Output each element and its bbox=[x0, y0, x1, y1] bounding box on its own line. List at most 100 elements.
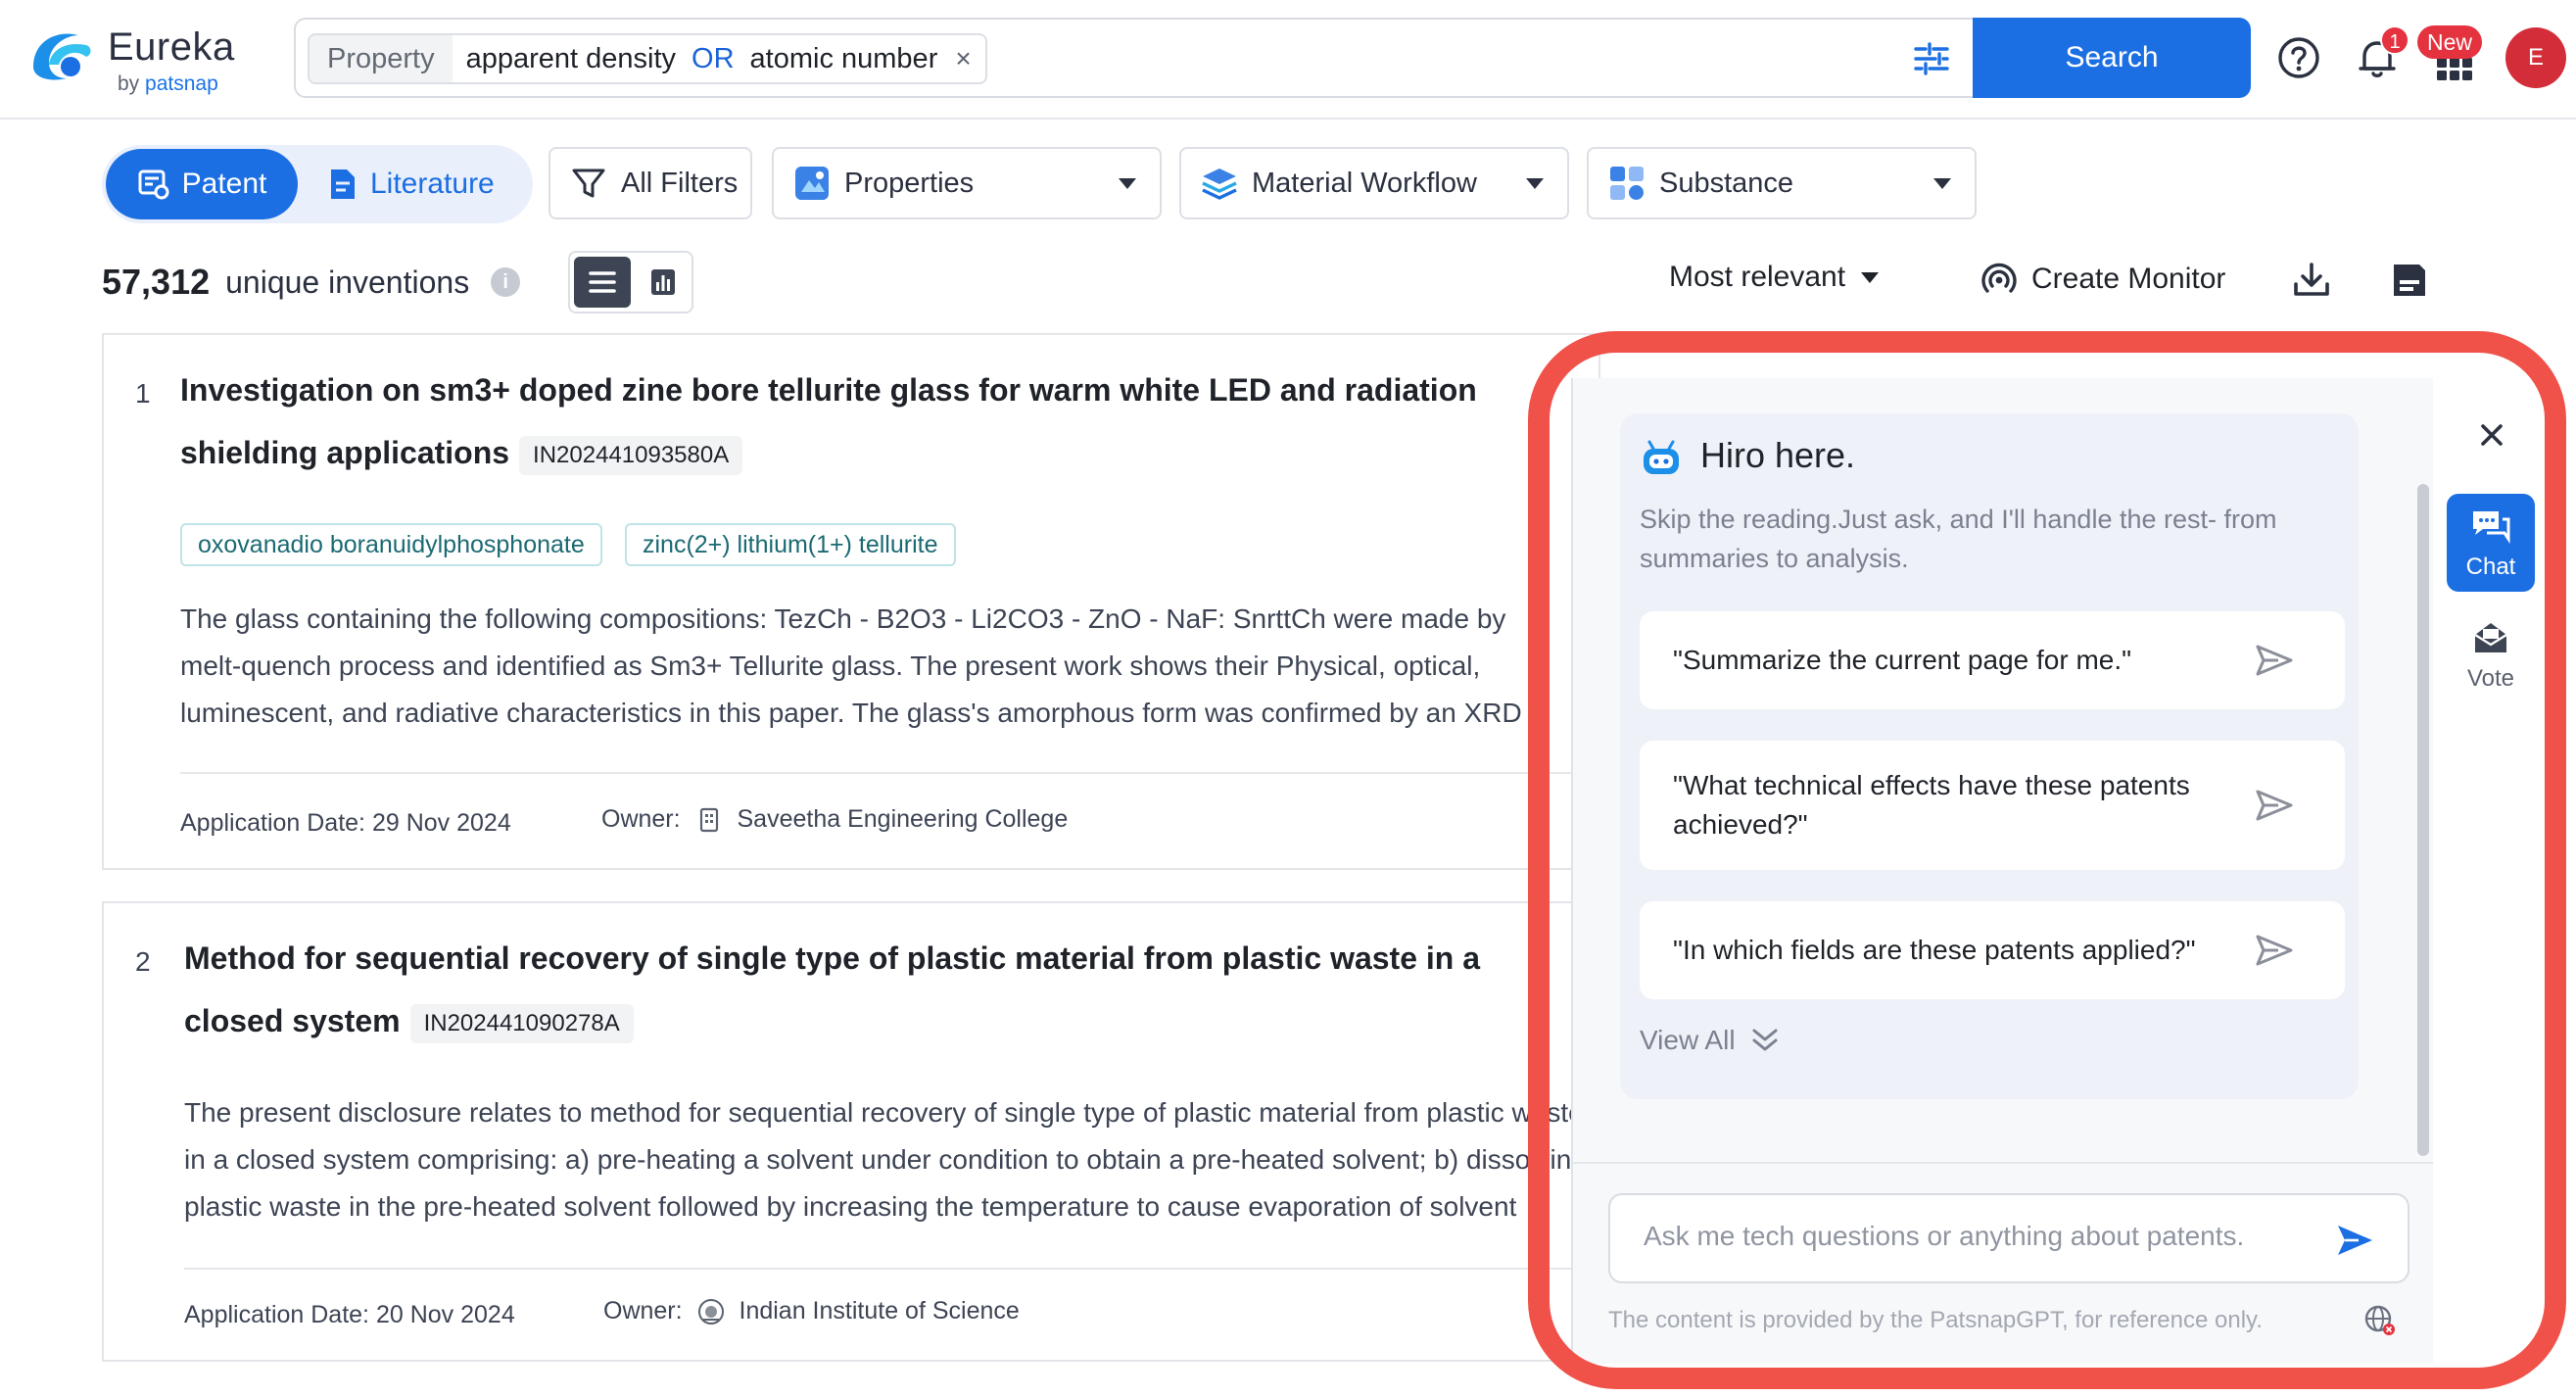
result-title[interactable]: Method for sequential recovery of single… bbox=[184, 927, 1595, 1052]
all-filters-button[interactable]: All Filters bbox=[549, 147, 752, 219]
ai-disclaimer: The content is provided by the PatsnapGP… bbox=[1608, 1307, 2263, 1334]
list-view-button[interactable] bbox=[574, 257, 631, 308]
rail-vote-label: Vote bbox=[2447, 665, 2535, 693]
material-workflow-label: Material Workflow bbox=[1252, 168, 1477, 200]
send-icon[interactable] bbox=[2255, 644, 2294, 677]
create-monitor-button[interactable]: Create Monitor bbox=[1979, 259, 2225, 300]
result-count: 57,312 unique inventions i bbox=[102, 253, 520, 312]
owner-label: Owner: bbox=[603, 1297, 683, 1325]
chevron-down-icon bbox=[1933, 178, 1951, 189]
owner-info: Owner: Indian Institute of Science bbox=[603, 1297, 1020, 1325]
substance-label: Substance bbox=[1659, 168, 1793, 200]
chat-input[interactable]: Ask me tech questions or anything about … bbox=[1608, 1193, 2409, 1283]
monitor-radar-icon bbox=[1979, 259, 2020, 300]
search-bar[interactable]: Property apparent density OR atomic numb… bbox=[294, 18, 2249, 98]
prompt-text: "Summarize the current page for me." bbox=[1673, 641, 2131, 680]
help-icon[interactable] bbox=[2274, 33, 2323, 82]
properties-label: Properties bbox=[844, 168, 974, 200]
rail-chat-button[interactable]: Chat bbox=[2447, 494, 2535, 592]
new-badge: New bbox=[2417, 25, 2482, 59]
tab-patent-label: Patent bbox=[182, 168, 267, 201]
globe-icon[interactable] bbox=[2362, 1303, 2398, 1338]
eureka-logo[interactable]: Eureka by patsnap bbox=[27, 22, 243, 90]
info-icon[interactable]: i bbox=[491, 267, 520, 297]
view-all-prompts[interactable]: View All bbox=[1640, 1025, 1781, 1056]
result-card[interactable]: 1 Investigation on sm3+ doped zine bore … bbox=[102, 333, 1600, 870]
sort-label: Most relevant bbox=[1669, 261, 1845, 294]
patent-icon bbox=[137, 168, 170, 201]
view-mode-toggle bbox=[568, 251, 693, 313]
building-icon bbox=[695, 806, 723, 834]
abstract-line: The present disclosure relates to method… bbox=[184, 1089, 1595, 1136]
close-icon[interactable] bbox=[2476, 419, 2507, 451]
substance-tag[interactable]: zinc(2+) lithium(1+) tellurite bbox=[625, 523, 956, 566]
result-count-label: unique inventions bbox=[225, 265, 469, 301]
result-title-line: Method for sequential recovery of single… bbox=[184, 927, 1595, 989]
abstract-line: in a closed system comprising: a) pre-he… bbox=[184, 1136, 1595, 1183]
publication-number[interactable]: IN202441093580A bbox=[519, 436, 742, 475]
result-title-line: shielding applications bbox=[180, 435, 509, 470]
suggested-prompt[interactable]: "In which fields are these patents appli… bbox=[1640, 901, 2345, 999]
user-avatar[interactable]: E bbox=[2505, 27, 2566, 88]
source-toggle: Patent Literature bbox=[102, 145, 533, 223]
hiro-robot-icon bbox=[1640, 439, 1683, 478]
result-index: 1 bbox=[135, 378, 151, 409]
properties-dropdown[interactable]: Properties bbox=[772, 147, 1162, 219]
material-workflow-dropdown[interactable]: Material Workflow bbox=[1179, 147, 1569, 219]
result-title-line: Investigation on sm3+ doped zine bore te… bbox=[180, 359, 1591, 421]
send-icon[interactable] bbox=[2335, 1223, 2374, 1258]
tab-literature[interactable]: Literature bbox=[327, 149, 519, 219]
chat-input-placeholder: Ask me tech questions or anything about … bbox=[1644, 1221, 2244, 1252]
result-card[interactable]: 2 Method for sequential recovery of sing… bbox=[102, 901, 1600, 1362]
create-monitor-label: Create Monitor bbox=[2031, 263, 2225, 296]
abstract-line: plastic waste in the pre-heated solvent … bbox=[184, 1183, 1595, 1230]
chevron-down-icon bbox=[1119, 178, 1136, 189]
suggested-prompt[interactable]: "Summarize the current page for me." bbox=[1640, 611, 2345, 709]
save-icon[interactable] bbox=[2386, 257, 2433, 304]
suggested-prompt[interactable]: "What technical effects have these paten… bbox=[1640, 741, 2345, 870]
filter-funnel-icon bbox=[570, 165, 607, 202]
chevron-down-icon bbox=[1526, 178, 1544, 189]
application-date: Application Date: 29 Nov 2024 bbox=[180, 809, 511, 838]
chip-operator: OR bbox=[676, 43, 750, 75]
substance-icon bbox=[1608, 165, 1646, 202]
rail-vote-button[interactable]: Vote bbox=[2447, 617, 2535, 715]
literature-icon bbox=[327, 168, 358, 201]
advanced-filter-icon[interactable] bbox=[1912, 39, 1951, 78]
substance-tag[interactable]: oxovanadio boranuidylphosphonate bbox=[180, 523, 602, 566]
search-button[interactable]: Search bbox=[1973, 18, 2251, 98]
notification-count-badge: 1 bbox=[2380, 25, 2409, 55]
view-all-label: View All bbox=[1640, 1025, 1736, 1056]
rail-chat-label: Chat bbox=[2447, 554, 2535, 581]
owner-name[interactable]: Indian Institute of Science bbox=[739, 1297, 1020, 1325]
sort-dropdown[interactable]: Most relevant bbox=[1669, 261, 1879, 294]
download-icon[interactable] bbox=[2288, 257, 2335, 304]
ballot-box-icon bbox=[2469, 617, 2512, 658]
prompt-text: "What technical effects have these paten… bbox=[1673, 766, 2237, 844]
bar-chart-icon bbox=[637, 257, 690, 308]
substance-dropdown[interactable]: Substance bbox=[1587, 147, 1977, 219]
double-chevron-down-icon bbox=[1749, 1026, 1781, 1055]
hiro-chat-panel: Hiro here. Skip the reading.Just ask, an… bbox=[1571, 378, 2433, 1364]
owner-name[interactable]: Saveetha Engineering College bbox=[738, 805, 1069, 833]
tab-patent[interactable]: Patent bbox=[106, 149, 298, 219]
result-title[interactable]: Investigation on sm3+ doped zine bore te… bbox=[180, 359, 1591, 484]
abstract-line: The glass containing the following compo… bbox=[180, 596, 1591, 643]
send-icon[interactable] bbox=[2255, 934, 2294, 967]
result-count-number: 57,312 bbox=[102, 262, 210, 303]
result-abstract: The glass containing the following compo… bbox=[180, 596, 1591, 737]
brand-name: Eureka bbox=[108, 25, 235, 70]
search-query-chip[interactable]: Property apparent density OR atomic numb… bbox=[308, 33, 987, 84]
chip-term-1: apparent density bbox=[453, 43, 676, 75]
chip-remove-icon[interactable]: × bbox=[937, 43, 971, 74]
hiro-subtitle: Skip the reading.Just ask, and I'll hand… bbox=[1640, 500, 2345, 578]
chip-term-2: atomic number bbox=[750, 43, 938, 75]
owner-label: Owner: bbox=[601, 805, 681, 833]
send-icon[interactable] bbox=[2255, 789, 2294, 822]
publication-number[interactable]: IN202441090278A bbox=[410, 1004, 634, 1043]
panel-scrollbar[interactable] bbox=[2417, 484, 2429, 1156]
chat-bubble-icon bbox=[2469, 506, 2512, 547]
eureka-logo-icon bbox=[27, 27, 96, 84]
result-title-line: closed system bbox=[184, 1003, 401, 1038]
chart-view-button[interactable] bbox=[637, 257, 690, 308]
